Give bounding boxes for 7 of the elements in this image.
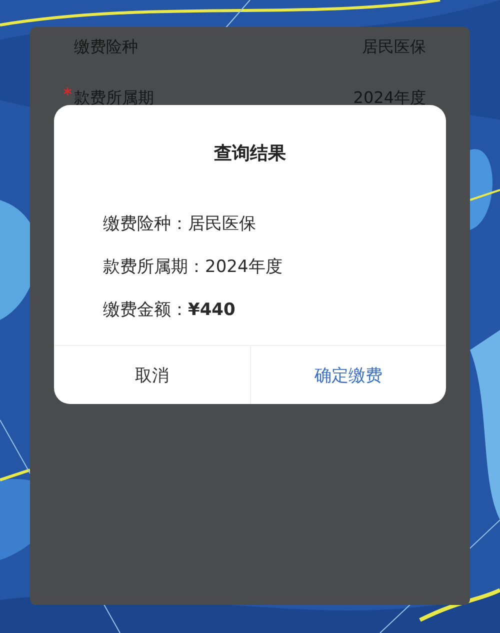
result-line: 缴费险种：居民医保 — [103, 213, 257, 235]
cancel-button[interactable]: 取消 — [54, 346, 250, 404]
confirm-button[interactable]: 确定缴费 — [250, 346, 446, 404]
result-line: 缴费金额：¥440 — [103, 299, 236, 321]
required-mark: * — [63, 84, 72, 104]
dialog-title: 查询结果 — [212, 142, 287, 165]
result-line: 款费所属期：2024年度 — [103, 256, 284, 278]
